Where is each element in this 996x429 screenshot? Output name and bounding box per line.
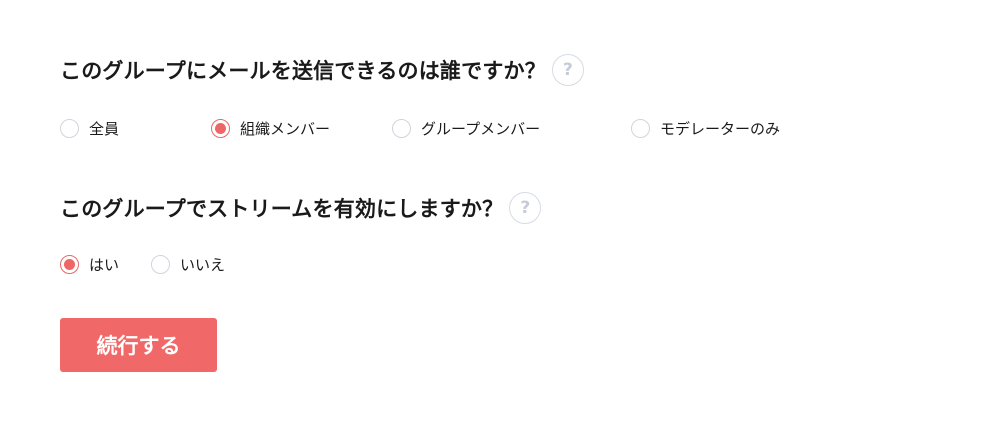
help-icon[interactable]: ? <box>551 54 584 86</box>
radio-option-label: 全員 <box>89 119 120 138</box>
radio-option-everyone[interactable]: 全員 <box>60 117 119 139</box>
radio-option-label: モデレーターのみ <box>660 119 781 138</box>
email-permission-question-text: このグループにメールを送信できるのは誰ですか？ <box>60 59 546 83</box>
radio-option-label: グループメンバー <box>421 119 541 138</box>
continue-button[interactable]: 続行する <box>60 318 217 372</box>
radio-option-label: 組織メンバー <box>240 119 331 138</box>
help-icon[interactable]: ? <box>509 192 542 224</box>
radio-option-label: はい <box>89 255 120 274</box>
radio-button-icon[interactable] <box>392 118 411 138</box>
stream-question: このグループでストリームを有効にしますか？ ? <box>60 191 542 225</box>
radio-button-icon[interactable] <box>60 118 79 138</box>
email-permission-question: このグループにメールを送信できるのは誰ですか？ ? <box>60 53 584 87</box>
radio-button-icon[interactable] <box>631 118 650 138</box>
radio-option-yes[interactable]: はい <box>60 253 119 275</box>
radio-option-moderators-only[interactable]: モデレーターのみ <box>631 117 780 139</box>
radio-option-label: いいえ <box>180 255 226 274</box>
radio-button-icon[interactable] <box>211 118 230 138</box>
radio-button-icon[interactable] <box>151 254 170 274</box>
radio-option-group-members[interactable]: グループメンバー <box>392 117 540 139</box>
radio-button-icon[interactable] <box>60 254 79 274</box>
radio-option-no[interactable]: いいえ <box>151 253 225 275</box>
stream-question-text: このグループでストリームを有効にしますか？ <box>60 197 504 221</box>
radio-option-org-members[interactable]: 組織メンバー <box>211 117 330 139</box>
